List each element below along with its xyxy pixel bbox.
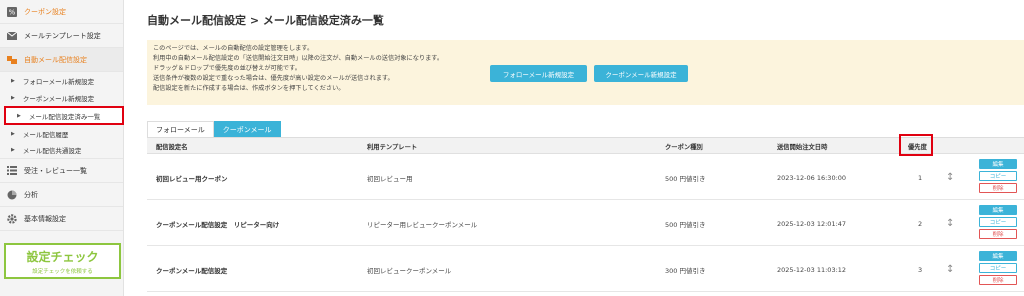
cell-start-date: 2025-12-03 11:03:12	[777, 265, 847, 274]
header-start-date: 送信開始注文日時	[777, 143, 828, 151]
sidebar-sub-label: メール配信共通設定	[22, 147, 82, 155]
sidebar-item-coupon-settings[interactable]: % クーポン設定	[0, 0, 123, 24]
list-icon	[7, 166, 17, 176]
page-title: 自動メール配信設定 > メール配信設定済み一覧	[147, 14, 384, 27]
sidebar-sub-configured-list[interactable]: ▶ メール配信設定済み一覧	[4, 106, 124, 125]
sidebar-sub-label: クーポンメール新規設定	[22, 94, 95, 103]
tab-bar: フォローメール クーポンメール	[147, 121, 281, 138]
sidebar-sub-label: メール配信設定済み一覧	[28, 112, 101, 121]
sidebar-sub-coupon-new[interactable]: ▶ クーポンメール新規設定	[0, 89, 123, 106]
delete-button[interactable]: 削除	[979, 183, 1017, 193]
row-actions: 編集 コピー 削除	[979, 205, 1017, 241]
drag-sort-icon[interactable]: ↕	[946, 247, 954, 292]
header-template: 利用テンプレート	[367, 143, 418, 151]
cell-priority: 3	[918, 265, 923, 274]
cell-priority: 2	[918, 219, 923, 228]
cell-coupon-type: 300 円値引き	[665, 266, 706, 275]
new-coupon-mail-button[interactable]: クーポンメール新規設定	[594, 65, 688, 82]
edit-button[interactable]: 編集	[979, 159, 1017, 169]
new-follow-mail-button[interactable]: フォローメール新規設定	[490, 65, 587, 82]
drag-sort-icon[interactable]: ↕	[946, 155, 954, 200]
cell-name[interactable]: クーポンメール配信設定	[156, 247, 227, 292]
info-line: このページでは、メールの自動配信の設定管理をします。	[153, 45, 314, 52]
main-content: 自動メール配信設定 > メール配信設定済み一覧 このページでは、メールの自動配信…	[125, 0, 1024, 296]
copy-button[interactable]: コピー	[979, 217, 1017, 227]
cell-start-date: 2023-12-06 16:30:00	[777, 173, 847, 182]
sidebar-item-label: 基本情報設定	[24, 214, 66, 223]
delete-button[interactable]: 削除	[979, 229, 1017, 239]
percent-icon: %	[7, 6, 17, 17]
row-actions: 編集 コピー 削除	[979, 251, 1017, 287]
info-line: 利用中の自動メール配信設定の「送信開始注文日時」以降の注文が、自動メールの送信対…	[153, 55, 444, 62]
sidebar-item-label: 受注・レビュー一覧	[24, 166, 87, 175]
header-name: 配信設定名	[156, 143, 188, 151]
copy-button[interactable]: コピー	[979, 263, 1017, 273]
header-coupon-type: クーポン種別	[665, 143, 703, 151]
sidebar-item-mail-template[interactable]: メールテンプレート設定	[0, 24, 123, 48]
caret-right-icon: ▶	[11, 130, 15, 137]
gear-icon	[7, 213, 17, 224]
cell-template: 初回レビュークーポンメール	[367, 266, 452, 275]
sidebar-sub-label: メール配信履歴	[22, 130, 69, 139]
settings-check-title: 設定チェック	[26, 249, 99, 264]
tab-coupon-mail[interactable]: クーポンメール	[213, 121, 281, 138]
info-line: 配信設定を新たに作成する場合は、作成ボタンを押下してください。	[153, 85, 345, 92]
cell-priority: 1	[918, 173, 923, 182]
sidebar-sub-label: フォローメール新規設定	[22, 77, 95, 86]
cell-coupon-type: 500 円値引き	[665, 174, 706, 183]
tab-follow-mail[interactable]: フォローメール	[147, 121, 214, 138]
sidebar-item-auto-mail[interactable]: 自動メール配信設定	[0, 48, 123, 72]
sidebar-item-basic-settings[interactable]: 基本情報設定	[0, 207, 123, 231]
table-header: 配信設定名 利用テンプレート クーポン種別 送信開始注文日時 優先度	[147, 138, 1024, 154]
priority-highlight	[899, 134, 933, 156]
cell-template: リピーター用レビュークーポンメール	[367, 220, 478, 229]
sidebar-item-orders-reviews[interactable]: 受注・レビュー一覧	[0, 159, 123, 183]
row-actions: 編集 コピー 削除	[979, 159, 1017, 195]
cell-start-date: 2025-12-03 12:01:47	[777, 219, 847, 228]
sidebar-item-label: 自動メール配信設定	[24, 55, 87, 64]
sidebar-item-label: メールテンプレート設定	[24, 31, 101, 40]
cell-name[interactable]: クーポンメール配信設定 リピーター向け	[156, 201, 279, 246]
caret-right-icon: ▶	[11, 77, 15, 84]
envelope-icon	[7, 31, 17, 41]
edit-button[interactable]: 編集	[979, 251, 1017, 261]
megaphone-icon	[7, 55, 17, 65]
table-row[interactable]: クーポンメール配信設定 リピーター向け リピーター用レビュークーポンメール 50…	[147, 201, 1024, 246]
caret-right-icon: ▶	[11, 147, 15, 153]
caret-right-icon: ▶	[11, 94, 15, 101]
pie-chart-icon	[7, 190, 17, 200]
delete-button[interactable]: 削除	[979, 275, 1017, 285]
cell-coupon-type: 500 円値引き	[665, 220, 706, 229]
sidebar-sub-history[interactable]: ▶ メール配信履歴	[0, 125, 123, 142]
sidebar: % クーポン設定 メールテンプレート設定 自動メール配信設定 ▶ フォローメール新…	[0, 0, 124, 296]
sidebar-sub-common-settings[interactable]: ▶ メール配信共通設定	[0, 142, 123, 159]
caret-right-icon: ▶	[17, 112, 21, 119]
sidebar-item-label: クーポン設定	[24, 7, 66, 16]
sidebar-sub-follow-new[interactable]: ▶ フォローメール新規設定	[0, 72, 123, 89]
svg-text:%: %	[9, 8, 16, 16]
settings-check-subtitle: 設定チェックを依頼する	[32, 268, 93, 275]
drag-sort-icon[interactable]: ↕	[946, 201, 954, 246]
sidebar-item-analytics[interactable]: 分析	[0, 183, 123, 207]
settings-check-button[interactable]: 設定チェック 設定チェックを依頼する	[4, 243, 121, 279]
copy-button[interactable]: コピー	[979, 171, 1017, 181]
cell-template: 初回レビュー用	[367, 174, 413, 183]
edit-button[interactable]: 編集	[979, 205, 1017, 215]
sidebar-item-label: 分析	[24, 190, 38, 199]
table-row[interactable]: 初回レビュー用クーポン 初回レビュー用 500 円値引き 2023-12-06 …	[147, 155, 1024, 200]
table-row[interactable]: クーポンメール配信設定 初回レビュークーポンメール 300 円値引き 2025-…	[147, 247, 1024, 292]
cell-name[interactable]: 初回レビュー用クーポン	[156, 155, 228, 200]
